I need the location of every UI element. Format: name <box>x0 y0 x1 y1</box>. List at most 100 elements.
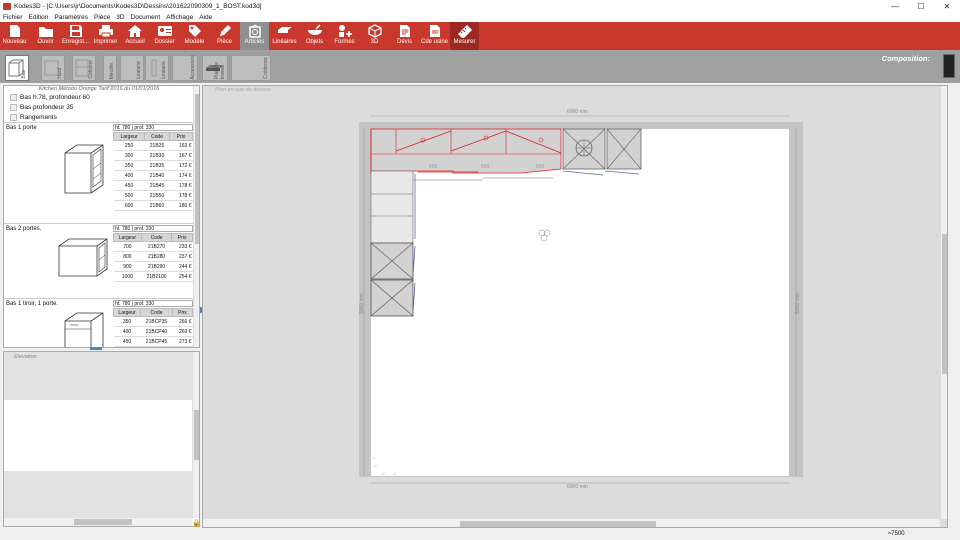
table-row[interactable]: 900 21B290 244 € <box>113 261 193 272</box>
plan-vscroll[interactable] <box>940 86 947 519</box>
room-pencil-icon <box>219 25 231 36</box>
toolbar-formes-button[interactable]: Formes <box>330 22 359 50</box>
catalog-group-rangements[interactable]: Rangements <box>10 112 194 122</box>
lock-icon[interactable]: 🔒 <box>192 519 201 527</box>
toolbar-accueil-button[interactable]: Accueil <box>121 22 149 50</box>
table-row[interactable]: 700 21B270 233 € <box>113 241 193 252</box>
table-row[interactable]: 350 21BCP35 266 € <box>113 316 193 327</box>
table-row[interactable]: 400 21BCP40 269 € <box>113 326 193 337</box>
new-file-icon <box>9 25 20 37</box>
table-row[interactable]: 250 21B25 163 € <box>113 140 193 151</box>
toolbar-nouveau-button[interactable]: Nouveau <box>0 22 29 50</box>
catalog-scrollbar[interactable] <box>193 86 199 347</box>
category-colonne[interactable]: Colonne <box>72 55 96 81</box>
article-bas-1-tiroir-1-porte[interactable]: Bas 1 tiroir, 1 porte. ht. 780 | prof. 3… <box>4 298 194 347</box>
plan-hscroll[interactable] <box>203 519 940 527</box>
scrollbar-thumb[interactable] <box>194 410 199 460</box>
category-credence[interactable]: Crédence <box>231 55 271 81</box>
resize-handle[interactable] <box>90 347 102 350</box>
toolbar-lineaires-button[interactable]: Linéaires <box>270 22 299 50</box>
toolbar-devis-button[interactable]: Devis <box>390 22 419 50</box>
plan-drawing[interactable]: 600 600 600 6000 mm 6000 mm 3000 mm 5000… <box>203 86 948 528</box>
scrollbar-thumb[interactable] <box>74 519 132 525</box>
category-bar <box>0 50 960 83</box>
category-bas[interactable]: Bas <box>5 55 29 81</box>
menu-fichier[interactable]: Fichier <box>0 14 26 21</box>
wall-cabinet-run-selected[interactable] <box>370 128 562 174</box>
open-folder-icon <box>38 27 53 37</box>
toolbar-ouvrir-button[interactable]: Ouvrir <box>31 22 60 50</box>
left-base-cabinet-1[interactable] <box>370 242 416 280</box>
menu-parametres[interactable]: Paramètres <box>51 14 91 21</box>
toolbar-modele-button[interactable]: Modèle <box>180 22 209 50</box>
main-toolbar: Nouveau Ouvrir Enregist... Imprimer Accu… <box>0 22 960 50</box>
menu-affichage[interactable]: Affichage <box>163 14 196 21</box>
category-meuble[interactable]: Meuble <box>103 55 117 81</box>
menu-3d[interactable]: 3D <box>113 14 127 21</box>
catalog-group-bas-h78[interactable]: Bas h.78, profondeur 60 <box>10 92 194 102</box>
shapes-icon <box>338 25 352 37</box>
window-title: Kodes3D - [C:\Users\jr\Documents\Kodes3D… <box>14 2 262 10</box>
scrollbar-thumb[interactable] <box>942 234 947 374</box>
table-row[interactable]: 1000 21B2100 254 € <box>113 271 193 282</box>
table-row[interactable]: 450 21B45 178 € <box>113 180 193 191</box>
home-icon <box>128 25 142 37</box>
table-row[interactable]: 600 21B60 180 € <box>113 200 193 211</box>
table-row[interactable]: 300 21B30 167 € <box>113 150 193 161</box>
print-icon <box>98 25 113 38</box>
toolbar-mesurer-button[interactable]: Mesurer <box>450 22 479 50</box>
scrollbar-thumb[interactable] <box>460 521 656 527</box>
dimension-top: 6000 mm <box>567 109 588 115</box>
elevation-floor <box>4 471 192 518</box>
left-base-cabinet-2[interactable] <box>370 279 416 317</box>
elevation-hscroll[interactable] <box>4 518 192 526</box>
dimension-right: 5000 mm <box>795 293 801 314</box>
plan-view[interactable]: Plan en vue de dessus 600 600 600 6000 m… <box>202 85 948 528</box>
table-row[interactable]: 450 21BCP45 273 € <box>113 336 193 347</box>
toolbar-articles-button[interactable]: Articles <box>240 22 269 50</box>
category-lineaire-2[interactable]: Linéaire <box>145 55 169 81</box>
toolbar-objets-button[interactable]: Objets <box>300 22 329 50</box>
corner-right-cabinet[interactable] <box>606 128 642 170</box>
toolbar-imprimer-button[interactable]: Imprimer <box>91 22 120 50</box>
cabinet-2-doors-drawing <box>58 238 108 277</box>
maximize-button[interactable]: ☐ <box>908 0 934 12</box>
room-floor[interactable] <box>371 129 789 476</box>
table-row[interactable]: 500 21B50 178 € <box>113 190 193 201</box>
menu-edition[interactable]: Edition <box>26 14 52 21</box>
dimension-bottom: 6000 mm <box>567 484 588 490</box>
toolbar-cde-usine-button[interactable]: Cde usine <box>420 22 449 50</box>
panel-icon <box>151 59 157 77</box>
catalog-group-bas-prof35[interactable]: Bas profondeur 35 <box>10 102 194 112</box>
category-accessoire[interactable]: Accessoire <box>172 55 198 81</box>
table-row[interactable]: 350 21B35 172 € <box>113 160 193 171</box>
sink-cabinet[interactable] <box>562 128 606 170</box>
toolbar-piece-button[interactable]: Pièce <box>210 22 239 50</box>
article-dims: ht. 780 | prof. 330 <box>113 225 193 232</box>
article-bas-1-porte[interactable]: Bas 1 porte ht. 780 | prof. 330 Largeur C… <box>4 122 194 222</box>
category-plan-de-travail[interactable]: Plan de travail <box>202 55 228 81</box>
category-haut[interactable]: Haut <box>41 55 65 81</box>
menu-piece[interactable]: Pièce <box>91 14 113 21</box>
factory-order-icon <box>429 25 440 37</box>
menu-aide[interactable]: Aide <box>196 14 215 21</box>
status-bar: ≈7500 <box>0 529 960 540</box>
toolbar-dossier-button[interactable]: Dossier <box>150 22 179 50</box>
dossier-card-icon <box>157 26 172 36</box>
article-price-table: Largeur Code Prix 250 21B25 163 € 300 21B30 16… <box>112 132 194 211</box>
elevation-vscroll[interactable] <box>192 352 199 518</box>
table-row[interactable]: 400 21B40 174 € <box>113 170 193 181</box>
cabinet-width-label: 600 <box>536 164 545 170</box>
category-lineaire-1[interactable]: Linéaire <box>120 55 144 81</box>
composition-panel-icon[interactable] <box>943 54 955 78</box>
left-cabinet-run[interactable] <box>370 170 416 244</box>
article-price-table: Largeur Code Prix 700 21B270 233 € 800 21B280… <box>113 233 193 282</box>
minimize-button[interactable]: — <box>882 0 908 12</box>
menu-document[interactable]: Document <box>128 14 164 21</box>
dimension-left: 3000 mm <box>359 293 365 314</box>
toolbar-3d-button[interactable]: 3D <box>360 22 389 50</box>
toolbar-enregistrer-button[interactable]: Enregist... <box>61 22 90 50</box>
close-button[interactable]: ✕ <box>934 0 960 12</box>
article-bas-2-portes[interactable]: Bas 2 portes. ht. 780 | prof. 330 Largeu… <box>4 223 194 297</box>
table-row[interactable]: 800 21B280 237 € <box>113 251 193 262</box>
